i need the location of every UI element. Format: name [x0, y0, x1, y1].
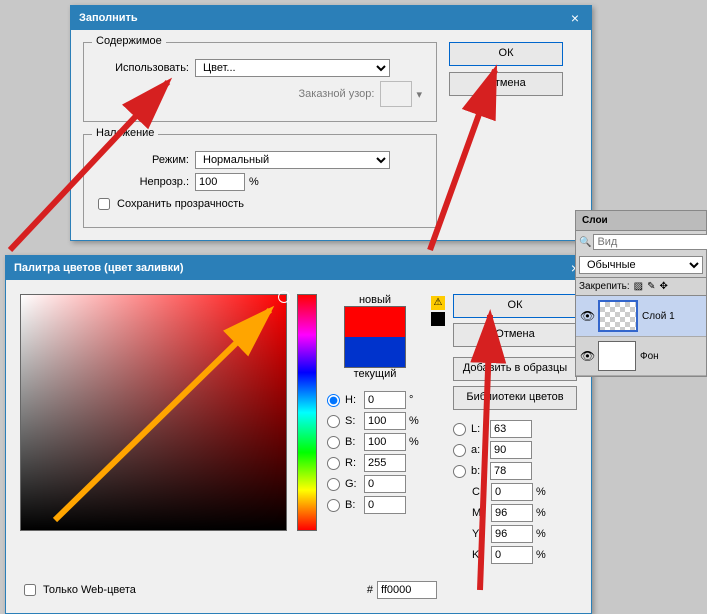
pattern-label: Заказной узор:: [94, 88, 380, 100]
overlay-group: Наложение Режим: Нормальный Непрозр.: % …: [83, 134, 437, 228]
fill-titlebar[interactable]: Заполнить ×: [71, 6, 591, 30]
ok-button[interactable]: ОК: [449, 42, 563, 66]
picker-ok-button[interactable]: ОК: [453, 294, 577, 318]
hex-label: #: [367, 584, 373, 596]
m-input[interactable]: [491, 504, 533, 522]
lock-transparency-icon[interactable]: ▨: [634, 281, 643, 292]
mode-select[interactable]: Нормальный: [195, 151, 390, 169]
layers-panel: Слои 🔍 ▾ Обычные Закрепить: ▨ ✎ ✥ 👁 Слой…: [575, 210, 707, 377]
k-label: K:: [472, 549, 488, 561]
color-cursor-icon: [278, 291, 290, 303]
g-radio[interactable]: [327, 478, 340, 491]
content-legend: Содержимое: [92, 35, 166, 47]
l-label: L:: [471, 423, 487, 435]
chevron-down-icon: ▾: [412, 88, 426, 101]
add-swatch-button[interactable]: Добавить в образцы: [453, 357, 577, 381]
web-only-checkbox[interactable]: [24, 584, 36, 596]
g-label: G:: [345, 478, 361, 490]
use-label: Использовать:: [94, 62, 195, 74]
a-radio[interactable]: [453, 444, 466, 457]
a-label: a:: [471, 444, 487, 456]
content-group: Содержимое Использовать: Цвет... Заказно…: [83, 42, 437, 122]
fill-title: Заполнить: [79, 6, 138, 30]
layer-item[interactable]: 👁 Слой 1: [576, 296, 706, 337]
visibility-icon[interactable]: 👁: [580, 349, 594, 363]
picker-title: Палитра цветов (цвет заливки): [14, 256, 184, 280]
s-label: S:: [345, 415, 361, 427]
h-label: H:: [345, 394, 361, 406]
r-radio[interactable]: [327, 457, 340, 470]
preserve-transparency-checkbox[interactable]: [98, 198, 110, 210]
new-label: новый: [359, 294, 391, 306]
blend-mode-select[interactable]: Обычные: [579, 256, 703, 274]
a-input[interactable]: [490, 441, 532, 459]
pattern-swatch: [380, 81, 412, 107]
r-input[interactable]: [364, 454, 406, 472]
lock-label: Закрепить:: [579, 281, 630, 292]
color-field[interactable]: [20, 294, 287, 531]
overlay-legend: Наложение: [92, 127, 158, 139]
l-radio[interactable]: [453, 423, 466, 436]
bl-label: b:: [471, 465, 487, 477]
layers-tab[interactable]: Слои: [576, 211, 706, 231]
bb-input[interactable]: [364, 496, 406, 514]
layer-name: Фон: [640, 351, 659, 362]
visibility-icon[interactable]: 👁: [580, 309, 594, 323]
m-label: M:: [472, 507, 488, 519]
opacity-label: Непрозр.:: [94, 176, 195, 188]
bl-radio[interactable]: [453, 465, 466, 478]
preview-new: [345, 307, 405, 337]
lock-brush-icon[interactable]: ✎: [647, 281, 655, 292]
s-radio[interactable]: [327, 415, 340, 428]
cube-icon[interactable]: [431, 312, 445, 326]
preview-current[interactable]: [345, 337, 405, 367]
search-icon: 🔍: [579, 237, 591, 248]
color-picker-dialog: Палитра цветов (цвет заливки) × новый те…: [5, 255, 592, 614]
opacity-input[interactable]: [195, 173, 245, 191]
opacity-unit: %: [245, 176, 259, 188]
cancel-button[interactable]: Отмена: [449, 72, 563, 96]
layer-item[interactable]: 👁 Фон: [576, 337, 706, 376]
web-only-row[interactable]: Только Web-цвета: [20, 581, 136, 599]
preserve-transparency-label: Сохранить прозрачность: [117, 198, 244, 210]
b-radio[interactable]: [327, 436, 340, 449]
picker-titlebar[interactable]: Палитра цветов (цвет заливки) ×: [6, 256, 591, 280]
y-input[interactable]: [491, 525, 533, 543]
deg-unit: °: [409, 394, 423, 406]
r-label: R:: [345, 457, 361, 469]
web-only-label: Только Web-цвета: [43, 584, 136, 596]
layer-thumbnail: [598, 300, 638, 332]
fill-dialog: Заполнить × Содержимое Использовать: Цве…: [70, 5, 592, 241]
k-input[interactable]: [491, 546, 533, 564]
y-label: Y:: [472, 528, 488, 540]
bb-radio[interactable]: [327, 499, 340, 512]
close-icon[interactable]: ×: [567, 6, 583, 30]
s-input[interactable]: [364, 412, 406, 430]
lock-move-icon[interactable]: ✥: [660, 281, 668, 292]
l-input[interactable]: [490, 420, 532, 438]
use-select[interactable]: Цвет...: [195, 59, 390, 77]
color-libraries-button[interactable]: Библиотеки цветов: [453, 386, 577, 410]
hex-input[interactable]: [377, 581, 437, 599]
layer-search-input[interactable]: [593, 234, 707, 250]
b-label: B:: [345, 436, 361, 448]
c-input[interactable]: [491, 483, 533, 501]
current-label: текущий: [354, 368, 397, 380]
c-label: C:: [472, 486, 488, 498]
h-input[interactable]: [364, 391, 406, 409]
g-input[interactable]: [364, 475, 406, 493]
picker-cancel-button[interactable]: Отмена: [453, 323, 577, 347]
h-radio[interactable]: [327, 394, 340, 407]
b-input[interactable]: [364, 433, 406, 451]
color-preview: новый текущий: [344, 294, 406, 380]
layer-name: Слой 1: [642, 311, 675, 322]
layer-thumbnail: [598, 341, 636, 371]
hue-slider[interactable]: [297, 294, 317, 531]
warning-icon[interactable]: ⚠: [431, 296, 445, 310]
bl-input[interactable]: [490, 462, 532, 480]
mode-label: Режим:: [94, 154, 195, 166]
bb-label: B:: [345, 499, 361, 511]
